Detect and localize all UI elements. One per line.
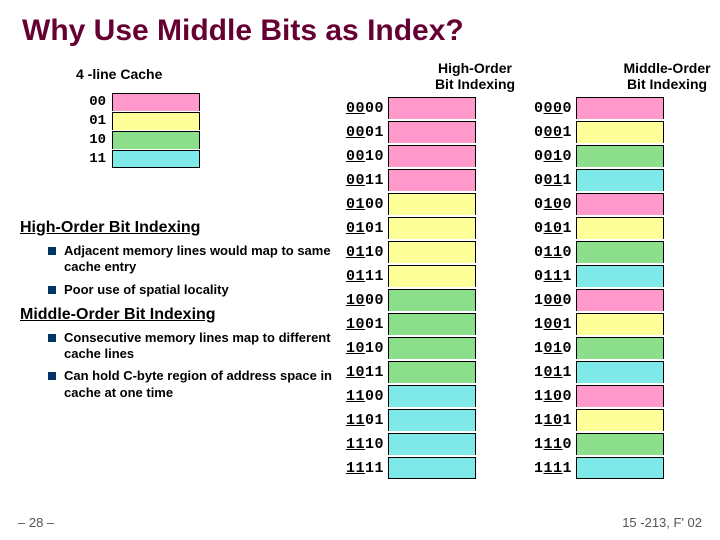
memory-address: 1111	[526, 460, 572, 477]
memory-address: 0111	[526, 268, 572, 285]
cache-diagram: 00 01 10 11	[84, 92, 200, 168]
mid-order-memory: 0000 0001 0010 0011 0100 0101 0110 0111 1000 1001…	[526, 96, 664, 480]
memory-line	[388, 409, 476, 431]
memory-address: 0100	[526, 196, 572, 213]
memory-line	[388, 289, 476, 311]
memory-line	[576, 313, 664, 335]
memory-address: 0110	[526, 244, 572, 261]
memory-line	[388, 169, 476, 191]
memory-line	[576, 433, 664, 455]
memory-address: 1000	[526, 292, 572, 309]
memory-address: 1111	[338, 460, 384, 477]
memory-address: 0000	[338, 100, 384, 117]
memory-address: 0001	[338, 124, 384, 141]
memory-line	[388, 337, 476, 359]
cache-title: 4 -line Cache	[76, 66, 162, 82]
memory-address: 1110	[526, 436, 572, 453]
bullet-item: Consecutive memory lines map to differen…	[48, 330, 350, 363]
memory-address: 1101	[338, 412, 384, 429]
memory-line	[576, 241, 664, 263]
memory-address: 1100	[526, 388, 572, 405]
memory-line	[576, 457, 664, 479]
high-column-title: High-Order Bit Indexing	[423, 60, 527, 92]
memory-line	[388, 433, 476, 455]
memory-address: 1110	[338, 436, 384, 453]
cache-index: 00	[84, 94, 106, 110]
mid-section-heading: Middle-Order Bit Indexing	[20, 306, 350, 324]
memory-address: 1001	[526, 316, 572, 333]
memory-line	[388, 241, 476, 263]
course-footer: 15 -213, F' 02	[622, 515, 702, 530]
cache-index: 01	[84, 113, 106, 129]
memory-address: 0011	[526, 172, 572, 189]
mid-column-title: Middle-Order Bit Indexing	[612, 60, 720, 92]
memory-address: 0000	[526, 100, 572, 117]
memory-line	[576, 289, 664, 311]
memory-line	[388, 313, 476, 335]
memory-address: 0010	[338, 148, 384, 165]
memory-address: 1101	[526, 412, 572, 429]
memory-line	[576, 337, 664, 359]
memory-line	[576, 145, 664, 167]
cache-line	[112, 131, 200, 149]
memory-address: 0101	[526, 220, 572, 237]
bullet-item: Can hold C-byte region of address space …	[48, 368, 350, 401]
memory-line	[576, 121, 664, 143]
memory-line	[388, 361, 476, 383]
memory-line	[388, 121, 476, 143]
memory-address: 0001	[526, 124, 572, 141]
memory-line	[576, 265, 664, 287]
memory-address: 0011	[338, 172, 384, 189]
memory-line	[388, 457, 476, 479]
bullet-item: Adjacent memory lines would map to same …	[48, 243, 350, 276]
bullet-item: Poor use of spatial locality	[48, 282, 350, 298]
memory-line	[576, 169, 664, 191]
cache-line	[112, 150, 200, 168]
high-order-memory: 0000000100100011010001010110011110001001…	[338, 96, 476, 480]
memory-address: 1011	[526, 364, 572, 381]
memory-line	[576, 193, 664, 215]
memory-line	[388, 145, 476, 167]
cache-index: 10	[84, 132, 106, 148]
memory-line	[576, 385, 664, 407]
memory-line	[576, 409, 664, 431]
body-text: High-Order Bit Indexing Adjacent memory …	[20, 211, 350, 407]
memory-line	[388, 265, 476, 287]
memory-line	[576, 97, 664, 119]
memory-line	[576, 361, 664, 383]
memory-line	[388, 217, 476, 239]
memory-line	[388, 97, 476, 119]
memory-line	[388, 385, 476, 407]
cache-index: 11	[84, 151, 106, 167]
page-number: – 28 –	[18, 515, 54, 530]
memory-address: 1010	[526, 340, 572, 357]
memory-line	[576, 217, 664, 239]
cache-line	[112, 93, 200, 111]
slide-title: Why Use Middle Bits as Index?	[0, 0, 720, 48]
memory-address: 0100	[338, 196, 384, 213]
high-section-heading: High-Order Bit Indexing	[20, 219, 350, 237]
cache-line	[112, 112, 200, 130]
memory-address: 0010	[526, 148, 572, 165]
memory-line	[388, 193, 476, 215]
